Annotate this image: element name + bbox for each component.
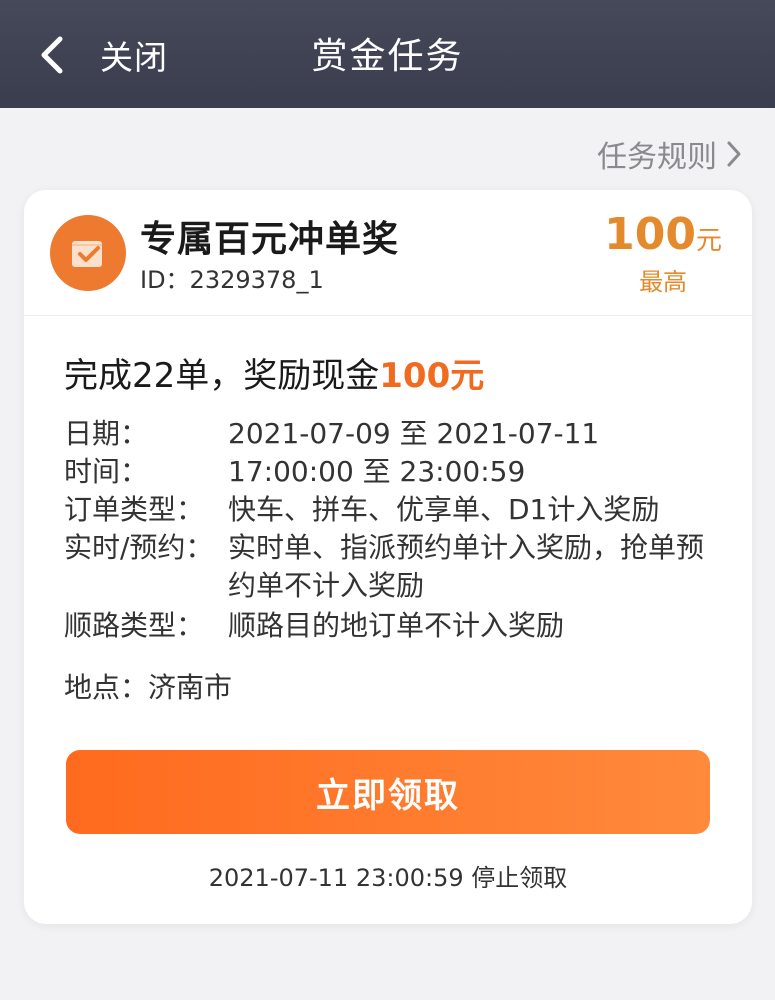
task-headline: 完成22单，奖励现金100元 xyxy=(64,348,484,397)
chevron-right-icon xyxy=(727,141,741,167)
detail-value: 17:00:00 至 23:00:59 xyxy=(228,455,526,488)
task-card: 专属百元冲单奖 ID：2329378_1 100元 最高 完成22单，奖励现金1… xyxy=(24,190,752,924)
reward-amount-line: 100元 xyxy=(604,208,722,268)
detail-value: 实时单、指派预约单计入奖励，抢单预约单不计入奖励 xyxy=(228,531,705,602)
task-card-header: 专属百元冲单奖 ID：2329378_1 100元 最高 xyxy=(24,190,752,316)
headline-amount: 100元 xyxy=(379,356,485,396)
task-details: 日期： 2021-07-09 至 2021-07-11 时间： 17:00:00… xyxy=(64,415,724,645)
page-title: 赏金任务 xyxy=(311,36,464,77)
reward-summary: 100元 最高 xyxy=(604,208,722,296)
detail-row-booking: 实时/预约： 实时单、指派预约单计入奖励，抢单预约单不计入奖励 xyxy=(64,529,724,605)
detail-value: 顺路目的地订单不计入奖励 xyxy=(228,609,565,642)
detail-label: 实时/预约： xyxy=(64,531,214,564)
detail-value: 2021-07-09 至 2021-07-11 xyxy=(228,417,600,450)
detail-label: 订单类型： xyxy=(64,493,205,526)
detail-row-order-type: 订单类型： 快车、拼车、优享单、D1计入奖励 xyxy=(64,491,724,529)
task-rules-label: 任务规则 xyxy=(597,140,717,175)
claim-button[interactable]: 立即领取 xyxy=(66,750,710,834)
detail-row-route-type: 顺路类型： 顺路目的地订单不计入奖励 xyxy=(64,607,724,645)
headline-text: 完成22单，奖励现金 xyxy=(64,356,380,396)
task-badge-icon xyxy=(50,215,126,291)
reward-unit: 元 xyxy=(695,226,722,256)
task-location: 地点：济南市 xyxy=(64,671,233,704)
task-rules-link[interactable]: 任务规则 xyxy=(597,132,743,176)
task-title: 专属百元冲单奖 xyxy=(140,219,400,260)
detail-value: 快车、拼车、优享单、D1计入奖励 xyxy=(228,493,660,526)
claim-deadline: 2021-07-11 23:00:59 停止领取 xyxy=(208,864,568,892)
task-id: ID：2329378_1 xyxy=(140,266,324,294)
detail-label: 顺路类型： xyxy=(64,609,205,642)
reward-max-note: 最高 xyxy=(639,268,688,296)
reward-amount: 100 xyxy=(604,209,696,260)
detail-row-date: 日期： 2021-07-09 至 2021-07-11 xyxy=(64,415,724,453)
top-bar: 关闭 赏金任务 xyxy=(0,0,775,108)
detail-label: 时间： xyxy=(64,455,149,488)
detail-label: 日期： xyxy=(64,417,149,450)
detail-row-time: 时间： 17:00:00 至 23:00:59 xyxy=(64,453,724,491)
